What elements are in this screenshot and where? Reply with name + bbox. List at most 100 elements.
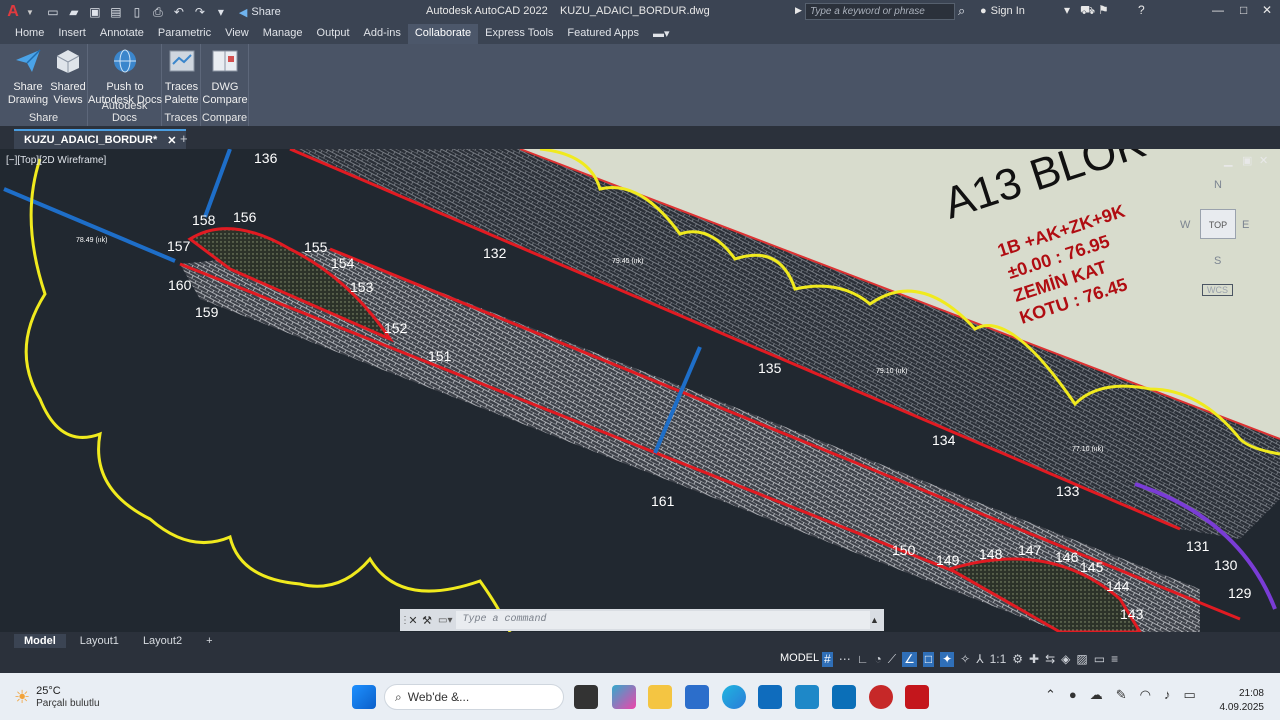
traces-palette-button[interactable]: Traces Palette	[162, 48, 201, 107]
isolate-objects-icon[interactable]: ◈	[1061, 652, 1070, 667]
outlook-icon[interactable]	[758, 685, 782, 709]
undo-icon[interactable]: ↶	[170, 3, 188, 21]
volume-icon[interactable]: ♪	[1164, 687, 1171, 703]
customize-chevron-icon[interactable]: ▾	[212, 3, 230, 21]
cmd-history-icon[interactable]: ▲	[870, 615, 884, 625]
app-menu-chevron-icon[interactable]: ▼	[26, 8, 34, 17]
tab-model[interactable]: Model	[14, 633, 66, 648]
save-as-icon[interactable]: ▤	[107, 3, 125, 21]
weather-widget[interactable]: ☀ 25°C Parçalı bulutlu	[14, 685, 100, 710]
viewport-close-icon[interactable]: ✕	[1259, 154, 1268, 167]
tab-collaborate[interactable]: Collaborate	[407, 24, 479, 44]
annotation-scale-value[interactable]: 1:1	[990, 652, 1007, 667]
clean-screen-icon[interactable]: ▭	[1094, 652, 1105, 667]
annotation-visibility-icon[interactable]: ✦	[940, 652, 955, 667]
viewcube[interactable]: N W TOP E S WCS	[1180, 179, 1260, 299]
tab-express-tools[interactable]: Express Tools	[478, 24, 560, 44]
search-icon[interactable]: ⌕	[958, 3, 965, 19]
add-plus-icon[interactable]: ✚	[1029, 652, 1039, 667]
osnap-icon[interactable]: □	[922, 652, 935, 667]
open-web-icon[interactable]: ▯	[128, 3, 146, 21]
task-view-icon[interactable]	[574, 685, 598, 709]
ortho-icon[interactable]: ∟	[857, 652, 869, 667]
autoscale-icon[interactable]: ✧	[960, 652, 970, 667]
new-tab-plus-icon[interactable]: +	[180, 131, 188, 146]
drawing-canvas[interactable]: A13 BLOK 1B +AK+ZK+9K ±0.00 : 76.95 ZEMİ…	[0, 149, 1280, 632]
share-button[interactable]: ◀ Share	[239, 6, 281, 19]
dwg-compare-button[interactable]: DWG Compare	[201, 48, 249, 107]
new-icon[interactable]: ▭	[44, 3, 62, 21]
store-icon[interactable]	[685, 685, 709, 709]
close-icon[interactable]: ✕	[1262, 3, 1272, 17]
model-space-button[interactable]: MODEL	[780, 652, 819, 664]
clock[interactable]: 21:08 4.09.2025	[1220, 687, 1265, 715]
photos-icon[interactable]	[795, 685, 819, 709]
tab-view[interactable]: View	[218, 24, 256, 44]
sign-in-button[interactable]: ● Sign In	[980, 5, 1025, 17]
tray-cloud-icon[interactable]: ☁	[1090, 687, 1103, 703]
file-tab-close-icon[interactable]: ✕	[167, 134, 176, 147]
maximize-icon[interactable]: □	[1240, 3, 1247, 17]
cart-icon[interactable]: ▾	[1064, 3, 1070, 17]
share-drawing-button[interactable]: Share Drawing	[6, 48, 50, 107]
polar-icon[interactable]: ◔	[874, 652, 881, 667]
command-input[interactable]: Type a command	[456, 611, 870, 629]
file-tab[interactable]: KUZU_ADAICI_BORDUR* ✕	[14, 129, 187, 149]
tab-layout2[interactable]: Layout2	[133, 634, 192, 648]
tab-parametric[interactable]: Parametric	[151, 24, 218, 44]
battery-icon[interactable]: ▭	[1184, 687, 1196, 703]
isodraft-icon[interactable]: ⟋	[888, 652, 896, 667]
autodesk-app-icon[interactable]: ⚑	[1098, 3, 1109, 17]
viewcube-top-face[interactable]: TOP	[1200, 209, 1236, 239]
units-icon[interactable]: ⇆	[1045, 652, 1055, 667]
tray-app-icon[interactable]: ●	[1069, 687, 1077, 703]
taskbar-search[interactable]: ⌕ Web'de &...	[384, 684, 564, 710]
tab-insert[interactable]: Insert	[51, 24, 93, 44]
search-chevron-icon[interactable]: ▶	[795, 5, 802, 16]
plot-icon[interactable]: ⎙	[149, 3, 167, 21]
autocad-taskbar-icon[interactable]	[905, 685, 929, 709]
autocad-logo-icon[interactable]: A	[0, 0, 26, 24]
tray-pen-icon[interactable]: ✎	[1116, 687, 1127, 703]
object-snap-tracking-icon[interactable]: ∠	[902, 652, 917, 667]
help-search-input[interactable]: Type a keyword or phrase	[805, 3, 955, 20]
exchange-icon[interactable]: ⛟	[1080, 3, 1095, 19]
viewport-minimize-icon[interactable]: ▁	[1224, 154, 1232, 167]
grid-icon[interactable]: #	[822, 652, 833, 667]
viewport-controls[interactable]: [−][Top][2D Wireframe]	[6, 155, 106, 166]
graphics-performance-icon[interactable]: ▨	[1076, 652, 1087, 667]
wifi-icon[interactable]: ◠	[1140, 687, 1151, 703]
save-icon[interactable]: ▣	[86, 3, 104, 21]
tab-featured-apps[interactable]: Featured Apps	[560, 24, 646, 44]
tray-chevron-icon[interactable]: ⌃	[1045, 687, 1056, 703]
wcs-menu[interactable]: WCS	[1202, 284, 1233, 296]
shared-views-button[interactable]: Shared Views	[48, 48, 88, 107]
tab-add-ins[interactable]: Add-ins	[357, 24, 408, 44]
ribbon-options-icon[interactable]: ▬▾	[646, 24, 677, 44]
add-layout-plus-icon[interactable]: +	[196, 634, 222, 648]
redo-icon[interactable]: ↷	[191, 3, 209, 21]
recorder-icon[interactable]	[869, 685, 893, 709]
snap-icon[interactable]: ⋯	[839, 652, 851, 667]
minimize-icon[interactable]: —	[1212, 3, 1224, 17]
annotation-scale-icon[interactable]: ⅄	[976, 652, 983, 667]
cmd-close-icon[interactable]: ✕	[406, 614, 420, 627]
file-explorer-icon[interactable]	[648, 685, 672, 709]
tab-annotate[interactable]: Annotate	[93, 24, 151, 44]
help-icon[interactable]: ?	[1138, 3, 1145, 17]
k-app-icon[interactable]	[832, 685, 856, 709]
viewport-restore-icon[interactable]: ▣	[1242, 154, 1252, 167]
tab-output[interactable]: Output	[310, 24, 357, 44]
customize-menu-icon[interactable]: ≡	[1111, 652, 1118, 667]
edge-icon[interactable]	[722, 685, 746, 709]
cmd-prompt-icon[interactable]: ▭▾	[438, 615, 452, 626]
start-icon[interactable]	[352, 685, 376, 709]
workspace-gear-icon[interactable]: ⚙	[1012, 652, 1023, 667]
open-icon[interactable]: ▰	[65, 3, 83, 21]
tab-manage[interactable]: Manage	[256, 24, 310, 44]
copilot-icon[interactable]	[612, 685, 636, 709]
tab-home[interactable]: Home	[8, 24, 51, 44]
push-to-docs-button[interactable]: Push to Autodesk Docs	[88, 48, 162, 107]
tab-layout1[interactable]: Layout1	[70, 634, 129, 648]
cmd-customize-icon[interactable]: ⚒	[420, 614, 434, 627]
